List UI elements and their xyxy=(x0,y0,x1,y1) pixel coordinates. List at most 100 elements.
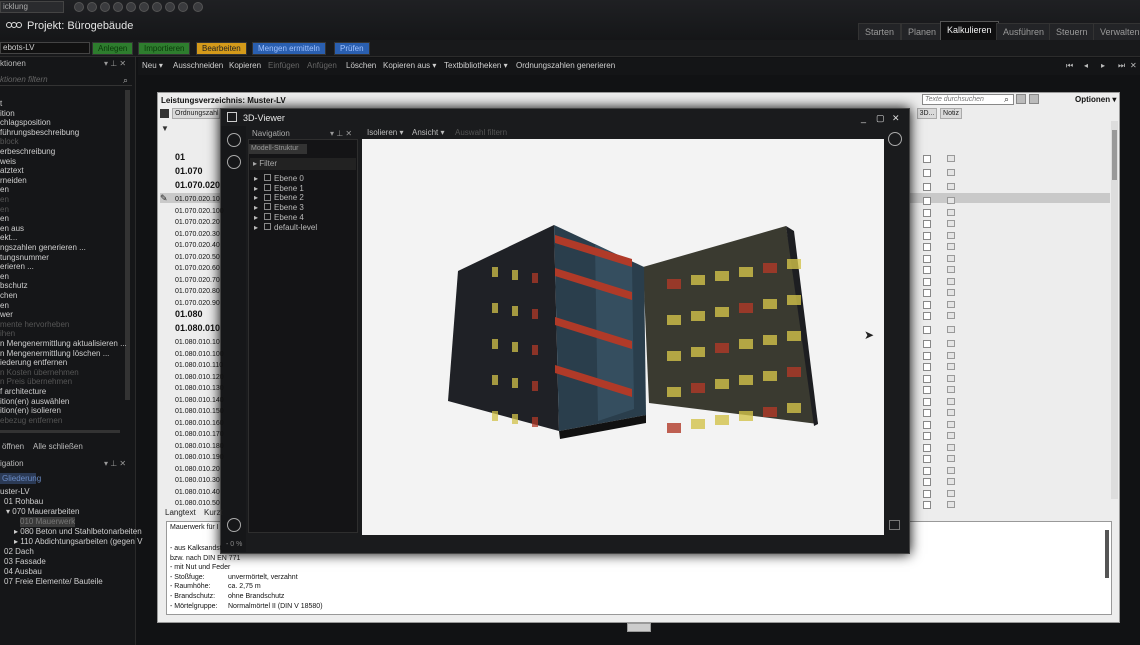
action-item[interactable]: ition(en) auswählen xyxy=(0,397,69,407)
toolbar-item-5[interactable]: Löschen xyxy=(346,61,376,70)
action-item[interactable]: ition xyxy=(0,109,15,119)
tab-steuern[interactable]: Steuern xyxy=(1049,23,1095,40)
toolbar-item-6[interactable]: Kopieren aus ▾ xyxy=(383,61,436,70)
tree-item[interactable]: 04 Ausbau xyxy=(4,567,42,577)
table-row[interactable]: 01.070.020.50 xyxy=(175,253,220,262)
table-row[interactable]: 01.080.010.100 xyxy=(175,350,224,359)
close-all-button[interactable]: Alle schließen xyxy=(33,442,83,451)
row-3d-checkbox[interactable] xyxy=(923,197,931,205)
table-row[interactable]: 01.080.010.20 xyxy=(175,465,220,474)
minimize-icon[interactable]: _ xyxy=(861,113,866,123)
search-icon[interactable]: ⌕ xyxy=(1004,94,1009,105)
row-note-icon[interactable] xyxy=(947,231,955,239)
expand-icon[interactable]: ▸ xyxy=(254,193,258,202)
table-row[interactable]: 01.080.010.10 xyxy=(175,338,220,347)
viewer-tool-1[interactable]: Ansicht ▾ xyxy=(412,128,444,137)
grid-menu-icon[interactable] xyxy=(160,109,169,118)
mode-4[interactable]: Prüfen xyxy=(334,42,370,55)
action-item[interactable]: block xyxy=(0,137,19,147)
row-3d-checkbox[interactable] xyxy=(923,169,931,177)
tree-item[interactable]: 01 Rohbau xyxy=(4,497,43,507)
row-note-icon[interactable] xyxy=(947,443,955,451)
expand-icon[interactable]: ▸ xyxy=(254,184,258,193)
tab-verwalten[interactable]: Verwalten xyxy=(1093,23,1140,40)
tree-item[interactable]: 02 Dach xyxy=(4,547,34,557)
tree-item[interactable]: 010 Mauerwerk xyxy=(20,517,76,527)
row-3d-checkbox[interactable] xyxy=(923,243,931,251)
level-checkbox[interactable] xyxy=(264,174,272,182)
bulb-icon[interactable] xyxy=(227,133,241,147)
mode-3[interactable]: Mengen ermitteln xyxy=(252,42,326,55)
table-row[interactable]: 01.080.010.50 xyxy=(175,499,220,508)
row-note-icon[interactable] xyxy=(947,169,955,176)
row-3d-checkbox[interactable] xyxy=(923,420,931,429)
save-icon[interactable] xyxy=(100,2,110,12)
gear-icon[interactable] xyxy=(227,155,241,169)
action-item[interactable]: bschutz xyxy=(0,281,28,291)
row-note-icon[interactable] xyxy=(947,386,955,393)
row-note-icon[interactable] xyxy=(947,326,955,333)
row-note-icon[interactable] xyxy=(947,397,955,405)
mode-0[interactable]: Anlegen xyxy=(92,42,134,55)
level-checkbox[interactable] xyxy=(264,222,272,230)
building-model[interactable] xyxy=(362,139,884,535)
row-3d-checkbox[interactable] xyxy=(923,266,931,274)
nav-arrow-icon[interactable]: ⏭ xyxy=(1118,61,1125,71)
panel-toggle-icon[interactable] xyxy=(227,518,241,532)
row-3d-checkbox[interactable] xyxy=(923,312,931,320)
undo-icon[interactable] xyxy=(74,2,84,12)
row-note-icon[interactable] xyxy=(947,478,955,485)
row-3d-checkbox[interactable] xyxy=(923,220,931,228)
search-icon[interactable]: ⌕ xyxy=(123,75,128,86)
action-item[interactable]: mente hervorheben xyxy=(0,320,69,330)
splitter-handle[interactable] xyxy=(627,623,651,632)
tree-item[interactable]: 07 Freie Elemente/ Bauteile xyxy=(4,577,103,587)
table-row[interactable]: 01.070.020.80 xyxy=(175,287,220,296)
row-3d-checkbox[interactable] xyxy=(923,326,931,334)
row-3d-checkbox[interactable] xyxy=(923,489,931,498)
table-row[interactable]: 01.080.010 xyxy=(175,324,220,333)
row-note-icon[interactable] xyxy=(947,489,955,497)
expand-icon[interactable]: ▸ xyxy=(254,223,258,232)
table-row[interactable]: 01.080.010.170 xyxy=(175,430,224,439)
text-search-input[interactable]: Texte durchsuchen xyxy=(922,94,1014,105)
viewer-canvas[interactable] xyxy=(362,139,884,535)
actions-hscrollbar[interactable] xyxy=(0,430,120,433)
open-button[interactable]: öffnen xyxy=(2,442,24,451)
action-item[interactable]: en xyxy=(0,185,9,195)
action-item[interactable]: rneiden xyxy=(0,176,27,186)
tree-item[interactable]: ▾ 070 Mauerarbeiten xyxy=(6,507,79,517)
row-note-icon[interactable] xyxy=(947,254,955,262)
row-3d-checkbox[interactable] xyxy=(923,363,931,371)
level-item[interactable]: ▸ default-level xyxy=(254,223,317,232)
close-icon[interactable]: ✕ xyxy=(892,113,900,124)
action-item[interactable]: ition(en) isolieren xyxy=(0,406,61,416)
tab-model-structure[interactable]: Modell-Struktur xyxy=(249,144,307,154)
row-3d-checkbox[interactable] xyxy=(923,374,931,383)
row-note-icon[interactable] xyxy=(947,351,955,359)
row-3d-checkbox[interactable] xyxy=(923,443,931,452)
level-checkbox[interactable] xyxy=(264,193,272,201)
table-row[interactable]: 01.080.010.180 xyxy=(175,442,224,451)
action-item[interactable]: n Mengenermittlung aktualisieren ... xyxy=(0,339,127,349)
actions-filter-input[interactable]: ktionen filtern xyxy=(0,75,132,86)
info-icon[interactable] xyxy=(165,2,175,12)
action-item[interactable]: erieren ... xyxy=(0,262,34,272)
row-3d-checkbox[interactable] xyxy=(923,432,931,440)
table-row[interactable]: 01 xyxy=(175,153,185,162)
expand-icon[interactable]: ▸ xyxy=(254,213,258,222)
table-row[interactable]: 01.070.020.20 xyxy=(175,218,220,227)
nav-arrow-icon[interactable]: ✕ xyxy=(1130,61,1137,70)
mail-icon[interactable] xyxy=(178,2,188,12)
level-checkbox[interactable] xyxy=(264,184,272,192)
toolbar-item-8[interactable]: Ordnungszahlen generieren xyxy=(516,61,615,70)
table-row[interactable]: 01.080.010.120 xyxy=(175,373,224,382)
row-note-icon[interactable] xyxy=(947,266,955,273)
row-note-icon[interactable] xyxy=(947,374,955,382)
col-ordnungszahl[interactable]: Ordnungszahl xyxy=(172,108,220,119)
tree-item[interactable]: 03 Fassade xyxy=(4,557,46,567)
row-3d-checkbox[interactable] xyxy=(923,231,931,240)
tab-ausführen[interactable]: Ausführen xyxy=(996,23,1052,40)
row-note-icon[interactable] xyxy=(947,466,955,474)
row-3d-checkbox[interactable] xyxy=(923,208,931,217)
